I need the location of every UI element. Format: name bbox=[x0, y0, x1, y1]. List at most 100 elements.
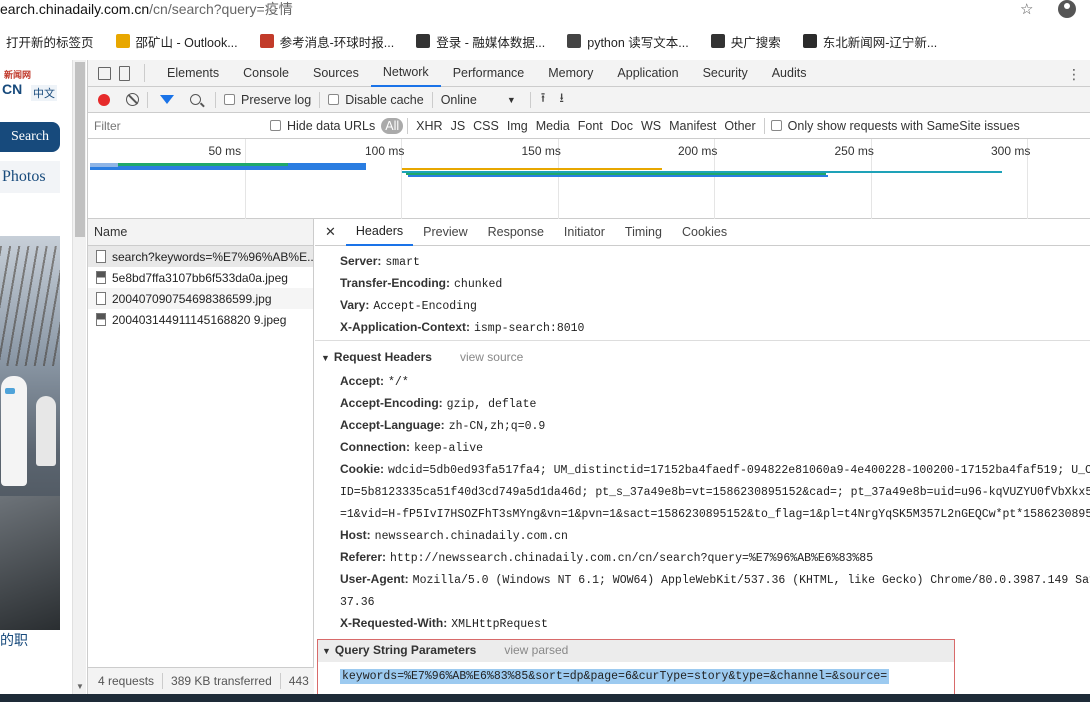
triangle-down-icon: ▼ bbox=[322, 646, 331, 656]
detail-tab-timing[interactable]: Timing bbox=[615, 219, 672, 246]
request-row[interactable]: search?keywords=%E7%96%AB%E... bbox=[88, 246, 313, 267]
tab-elements[interactable]: Elements bbox=[155, 60, 231, 87]
header-key: Server: bbox=[340, 254, 382, 268]
export-har-icon[interactable]: ⭳ bbox=[559, 89, 564, 111]
throttling-select[interactable]: Online ▼ bbox=[441, 93, 516, 107]
preserve-log-checkbox[interactable]: Preserve log bbox=[224, 93, 311, 107]
requests-count: 4 requests bbox=[98, 674, 155, 688]
header-value: */* bbox=[388, 376, 409, 389]
view-parsed-link[interactable]: view parsed bbox=[504, 643, 568, 657]
bookmark-item[interactable]: 打开新的标签页 bbox=[6, 32, 94, 51]
globe-icon bbox=[416, 34, 431, 48]
detail-tab-response[interactable]: Response bbox=[478, 219, 554, 246]
tab-console[interactable]: Console bbox=[231, 60, 301, 87]
checkbox-box[interactable] bbox=[770, 120, 782, 131]
hide-data-urls-checkbox[interactable]: Hide data URLs bbox=[270, 119, 375, 133]
network-filter-bar: Hide data URLs All XHRJSCSSImgMediaFontD… bbox=[88, 113, 1090, 139]
bookmark-item[interactable]: 参考消息-环球时报... bbox=[259, 32, 395, 51]
photos-tab[interactable]: Photos bbox=[0, 161, 60, 193]
type-filter-font[interactable]: Font bbox=[574, 119, 607, 133]
tab-performance[interactable]: Performance bbox=[441, 60, 537, 87]
record-icon[interactable] bbox=[98, 93, 110, 106]
type-filter-all[interactable]: All bbox=[381, 117, 404, 134]
bookmark-label: 参考消息-环球时报... bbox=[279, 35, 395, 50]
detail-tab-initiator[interactable]: Initiator bbox=[554, 219, 615, 246]
samesite-checkbox[interactable]: Only show requests with SameSite issues bbox=[770, 119, 1020, 133]
view-source-link[interactable]: view source bbox=[460, 350, 523, 364]
checkbox-box[interactable] bbox=[270, 120, 281, 131]
header-key: Connection: bbox=[340, 440, 410, 454]
network-overview-timeline[interactable]: 50 ms 100 ms 150 ms 200 ms 250 ms 300 ms bbox=[88, 139, 1090, 219]
type-filter-doc[interactable]: Doc bbox=[607, 119, 637, 133]
detail-tabbar: ✕ Headers Preview Response Initiator Timing C… bbox=[315, 219, 1090, 246]
bookmark-label: python 读写文本... bbox=[587, 35, 689, 50]
filter-icon[interactable] bbox=[160, 95, 174, 104]
header-key: Referer: bbox=[340, 550, 387, 564]
tab-security[interactable]: Security bbox=[691, 60, 760, 87]
device-toolbar-icon[interactable] bbox=[119, 65, 130, 81]
checkbox-box[interactable] bbox=[224, 94, 235, 105]
request-row[interactable]: 200403144911145168820 9.jpeg bbox=[88, 309, 313, 330]
type-filter-manifest[interactable]: Manifest bbox=[665, 119, 720, 133]
type-filters: XHR JS CSS Img Media Font Doc WS Manifest Other bbox=[412, 119, 760, 133]
scrollbar-thumb[interactable] bbox=[75, 62, 85, 237]
tab-memory[interactable]: Memory bbox=[536, 60, 605, 87]
detail-tab-headers[interactable]: Headers bbox=[345, 219, 414, 246]
request-row[interactable]: 5e8bd7ffa3107bb6f533da0a.jpeg bbox=[88, 267, 313, 288]
tab-application[interactable]: Application bbox=[605, 60, 690, 87]
site-logo[interactable]: 新闻网 CN bbox=[2, 68, 31, 96]
search-button[interactable]: Search bbox=[0, 122, 60, 152]
news-photo[interactable] bbox=[0, 236, 60, 630]
bookmark-item[interactable]: 东北新闻网-辽宁新... bbox=[802, 32, 937, 51]
type-filter-img[interactable]: Img bbox=[503, 119, 532, 133]
bookmark-item[interactable]: 登录 - 融媒体数据... bbox=[416, 32, 545, 51]
bookmark-label: 登录 - 融媒体数据... bbox=[436, 35, 546, 50]
page-scrollbar[interactable]: ▼ bbox=[72, 60, 86, 694]
type-filter-other[interactable]: Other bbox=[720, 119, 759, 133]
news-caption[interactable]: 的职 bbox=[0, 630, 28, 650]
name-column-header[interactable]: Name bbox=[88, 219, 313, 246]
tab-sources[interactable]: Sources bbox=[301, 60, 371, 87]
type-filter-ws[interactable]: WS bbox=[637, 119, 665, 133]
type-filter-js[interactable]: JS bbox=[447, 119, 470, 133]
filter-input[interactable] bbox=[92, 116, 258, 135]
toolbar-divider bbox=[144, 64, 145, 82]
request-headers-title: Request Headers bbox=[333, 350, 432, 364]
timeline-bar bbox=[118, 163, 288, 166]
bookmark-star-icon[interactable]: ☆ bbox=[1020, 0, 1033, 18]
scroll-down-icon[interactable]: ▼ bbox=[76, 682, 84, 691]
address-bar[interactable]: earch.chinadaily.com.cn/cn/search?query=… bbox=[0, 0, 1090, 22]
bookmark-item[interactable]: python 读写文本... bbox=[567, 32, 689, 51]
import-har-icon[interactable]: ⭱ bbox=[541, 89, 546, 111]
tab-audits[interactable]: Audits bbox=[760, 60, 819, 87]
bookmark-label: 邵矿山 - Outlook... bbox=[135, 35, 238, 50]
header-value: Accept-Encoding bbox=[373, 300, 477, 313]
timeline-tick-label: 300 ms bbox=[991, 144, 1031, 158]
type-filter-media[interactable]: Media bbox=[532, 119, 574, 133]
language-badge[interactable]: 中文 bbox=[31, 85, 57, 101]
disable-cache-checkbox[interactable]: Disable cache bbox=[328, 93, 424, 107]
search-icon[interactable] bbox=[190, 94, 201, 105]
query-string-header[interactable]: ▼ Query String Parameters view parsed bbox=[318, 640, 954, 662]
url-text[interactable]: earch.chinadaily.com.cn/cn/search?query=… bbox=[0, 0, 293, 18]
clear-icon[interactable] bbox=[126, 93, 139, 106]
query-string-value[interactable]: keywords=%E7%96%AB%E6%83%85&sort=dp&page… bbox=[340, 669, 890, 684]
request-headers-toggle[interactable]: ▼ Request Headers view source bbox=[321, 350, 523, 364]
tab-network[interactable]: Network bbox=[370, 60, 441, 87]
type-filter-xhr[interactable]: XHR bbox=[412, 119, 446, 133]
logo-chars: 新闻网 bbox=[4, 70, 32, 80]
header-value: chunked bbox=[454, 278, 503, 291]
request-row[interactable]: 200407090754698386599.jpg bbox=[88, 288, 313, 309]
inspect-element-icon[interactable] bbox=[98, 66, 111, 80]
checkbox-box[interactable] bbox=[328, 94, 340, 105]
detail-tab-cookies[interactable]: Cookies bbox=[672, 219, 737, 246]
query-string-toggle[interactable]: ▼ Query String Parameters view parsed bbox=[322, 643, 568, 657]
close-icon[interactable]: ✕ bbox=[315, 224, 346, 240]
bookmark-item[interactable]: 邵矿山 - Outlook... bbox=[115, 32, 238, 51]
more-options-icon[interactable]: ⋮ bbox=[1067, 66, 1081, 83]
profile-avatar-icon[interactable] bbox=[1058, 0, 1076, 18]
bookmark-item[interactable]: 央广搜索 bbox=[710, 32, 781, 51]
chevron-down-icon: ▼ bbox=[506, 94, 516, 105]
detail-tab-preview[interactable]: Preview bbox=[413, 219, 477, 246]
type-filter-css[interactable]: CSS bbox=[469, 119, 503, 133]
